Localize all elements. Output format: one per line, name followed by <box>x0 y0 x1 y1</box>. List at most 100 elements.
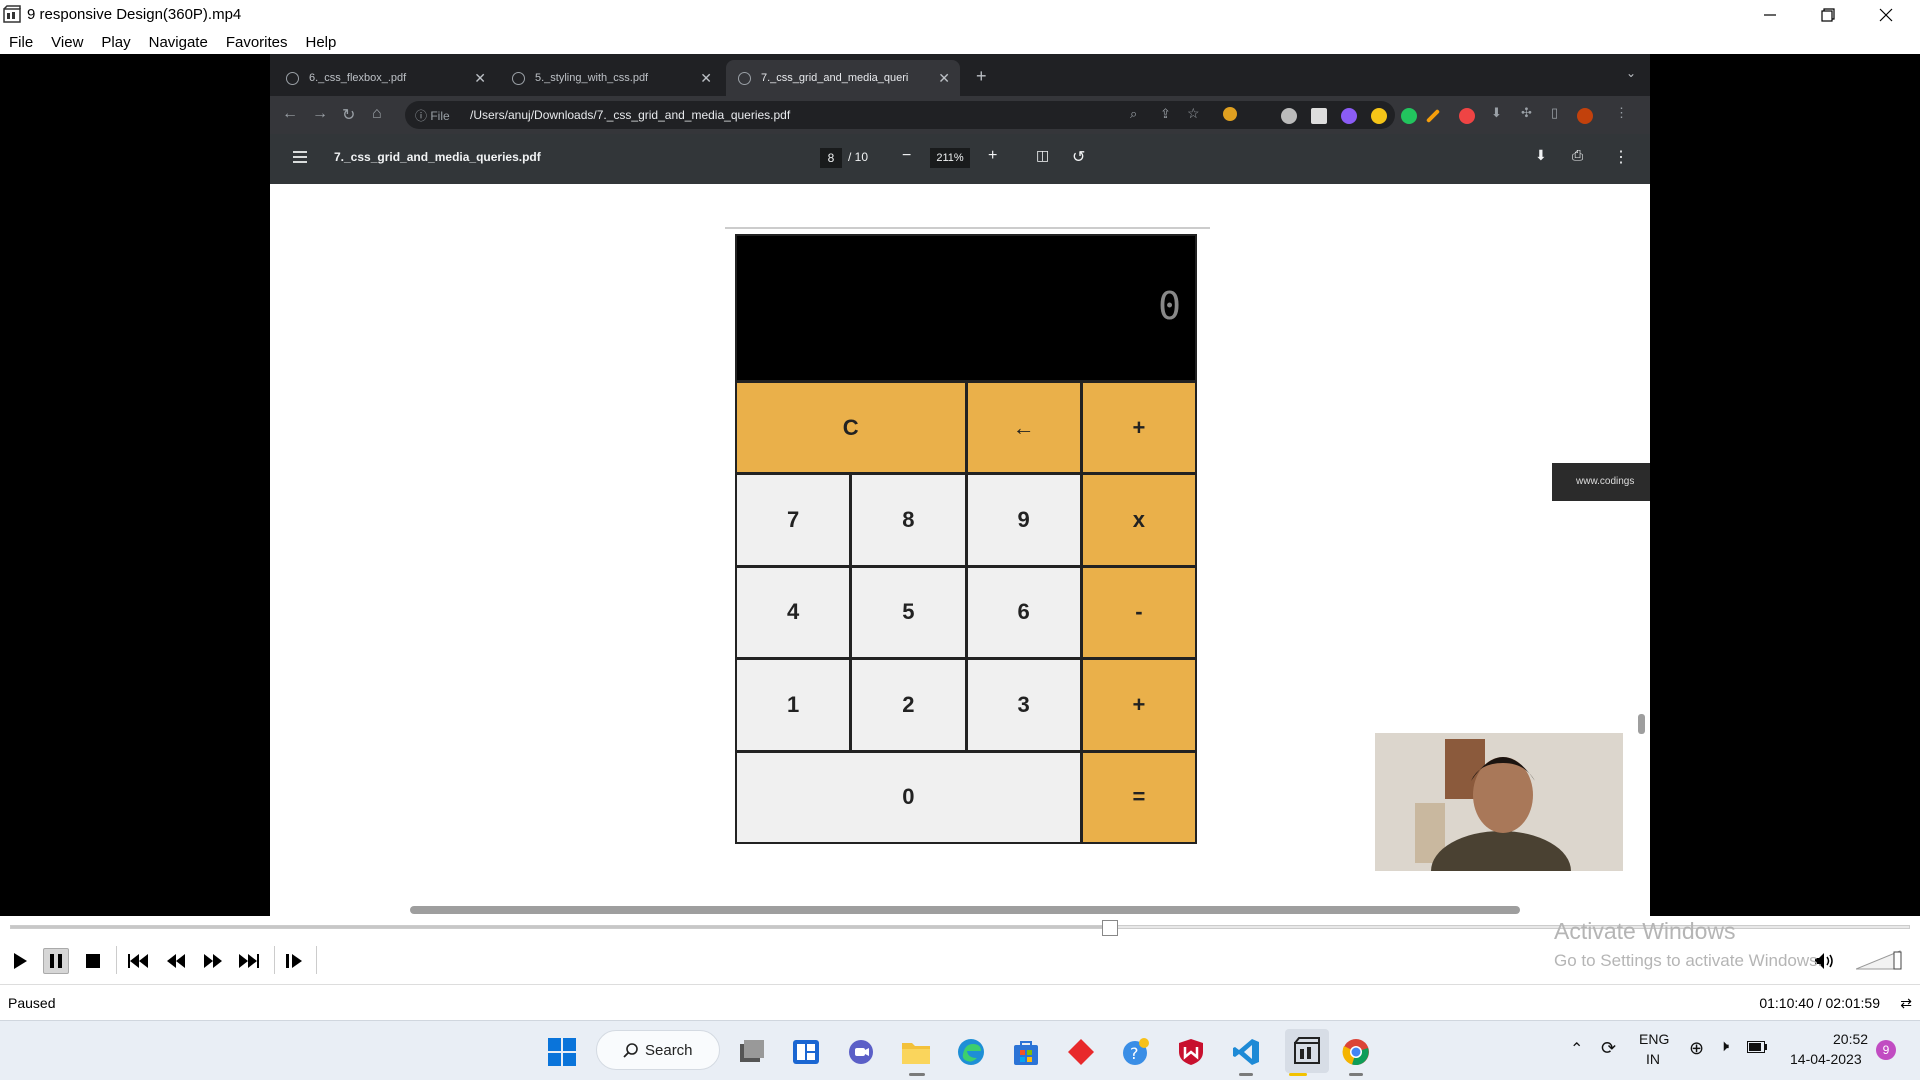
menu-favorites[interactable]: Favorites <box>226 34 288 51</box>
menu-help[interactable]: Help <box>306 34 337 51</box>
equals-key[interactable]: = <box>1082 752 1195 842</box>
frame-step-button[interactable] <box>282 948 308 974</box>
widgets-button[interactable] <box>790 1036 822 1068</box>
next-button[interactable] <box>236 948 262 974</box>
previous-button[interactable] <box>125 948 151 974</box>
language-top[interactable]: ENG <box>1639 1031 1669 1047</box>
share-icon[interactable]: ⇪ <box>1160 106 1171 122</box>
back-icon[interactable]: ← <box>282 105 298 123</box>
extension-icon[interactable] <box>1223 107 1237 121</box>
backspace-key[interactable]: ← <box>967 383 1080 473</box>
key-3[interactable]: 3 <box>967 660 1080 750</box>
more-menu-icon[interactable]: ⋮ <box>1615 105 1628 121</box>
video-frame[interactable]: 6._css_flexbox_.pdf ✕ 5._styling_with_cs… <box>0 54 1920 916</box>
menu-file[interactable]: File <box>9 34 33 51</box>
puzzle-icon[interactable]: ✣ <box>1521 105 1532 121</box>
extension-icon[interactable] <box>1459 108 1475 124</box>
seek-thumb[interactable] <box>1102 920 1118 936</box>
extension-icon[interactable] <box>1371 108 1387 124</box>
edge-button[interactable] <box>955 1036 987 1068</box>
chevron-up-icon[interactable]: ⌃ <box>1570 1039 1583 1059</box>
tab-close-icon[interactable]: ✕ <box>700 70 712 87</box>
divide-key[interactable]: + <box>1082 383 1195 473</box>
multiply-key[interactable]: x <box>1082 475 1195 565</box>
rotate-icon[interactable]: ↺ <box>1072 147 1085 167</box>
mcafee-button[interactable] <box>1175 1036 1207 1068</box>
key-1[interactable]: 1 <box>737 660 850 750</box>
print-icon[interactable]: ⎙ <box>1572 147 1583 164</box>
minimize-button[interactable] <box>1741 0 1799 30</box>
vertical-scrollbar[interactable] <box>1638 714 1645 734</box>
extension-icon[interactable] <box>1311 108 1327 124</box>
bookmark-star-icon[interactable]: ☆ <box>1187 105 1200 122</box>
key-8[interactable]: 8 <box>852 475 965 565</box>
home-icon[interactable]: ⌂ <box>372 105 382 123</box>
menu-view[interactable]: View <box>51 34 83 51</box>
sidebar-icon[interactable]: ▯ <box>1551 105 1558 121</box>
horizontal-scrollbar[interactable] <box>410 906 1520 914</box>
menu-navigate[interactable]: Navigate <box>149 34 208 51</box>
download-icon[interactable]: ⬇ <box>1491 105 1502 121</box>
key-6[interactable]: 6 <box>967 567 1080 658</box>
clock-time[interactable]: 20:52 <box>1833 1031 1868 1047</box>
vscode-button[interactable] <box>1230 1036 1262 1068</box>
fast-forward-button[interactable] <box>200 948 226 974</box>
taskbar-search[interactable]: Search <box>596 1030 720 1070</box>
extension-icon[interactable] <box>1341 108 1357 124</box>
floating-link[interactable]: www.codings <box>1552 463 1650 501</box>
pause-button[interactable] <box>43 948 69 974</box>
plus-key[interactable]: + <box>1082 660 1195 750</box>
key-5[interactable]: 5 <box>852 567 965 658</box>
sync-icon[interactable]: ⟳ <box>1601 1038 1616 1059</box>
restore-button[interactable] <box>1799 0 1857 30</box>
chat-button[interactable] <box>845 1036 877 1068</box>
clear-key[interactable]: C <box>737 383 965 473</box>
address-bar[interactable]: ⓘ File /Users/anuj/Downloads/7._css_grid… <box>405 101 1395 129</box>
hamburger-menu-icon[interactable] <box>292 149 308 165</box>
zoom-in-icon[interactable]: + <box>988 147 997 165</box>
zoom-icon[interactable]: ⌕ <box>1130 106 1137 122</box>
browser-tab[interactable]: 6._css_flexbox_.pdf ✕ <box>274 60 496 96</box>
help-button[interactable]: ? <box>1120 1036 1152 1068</box>
fit-page-icon[interactable]: ◫ <box>1036 147 1049 164</box>
app-button[interactable] <box>1065 1036 1097 1068</box>
shuffle-icon[interactable]: ⇄ <box>1900 995 1912 1012</box>
volume-tray-icon[interactable]: 🕨 <box>1719 1038 1729 1056</box>
key-0[interactable]: 0 <box>737 752 1080 842</box>
task-view-button[interactable] <box>736 1036 768 1068</box>
file-explorer-button[interactable] <box>900 1036 932 1068</box>
notification-badge[interactable]: 9 <box>1876 1040 1896 1060</box>
extension-icon[interactable] <box>1281 108 1297 124</box>
page-number-input[interactable]: 8 <box>820 148 842 168</box>
forward-icon[interactable]: → <box>312 105 328 123</box>
reload-icon[interactable]: ↻ <box>342 105 355 125</box>
browser-tab[interactable]: 5._styling_with_css.pdf ✕ <box>500 60 722 96</box>
chrome-button[interactable] <box>1340 1036 1372 1068</box>
more-options-icon[interactable]: ⋮ <box>1613 147 1629 167</box>
tab-close-icon[interactable]: ✕ <box>938 70 950 87</box>
rewind-button[interactable] <box>163 948 189 974</box>
key-9[interactable]: 9 <box>967 475 1080 565</box>
key-2[interactable]: 2 <box>852 660 965 750</box>
zoom-input[interactable]: 211% <box>930 148 970 168</box>
globe-network-icon[interactable]: ⊕ <box>1689 1038 1704 1059</box>
volume-slider[interactable] <box>1856 950 1902 970</box>
profile-avatar[interactable] <box>1577 108 1593 124</box>
start-button[interactable] <box>546 1036 578 1068</box>
media-player-button[interactable] <box>1285 1029 1329 1073</box>
menu-play[interactable]: Play <box>101 34 130 51</box>
language-bottom[interactable]: IN <box>1646 1051 1660 1067</box>
key-7[interactable]: 7 <box>737 475 850 565</box>
new-tab-icon[interactable]: + <box>976 66 987 87</box>
extension-icon[interactable] <box>1401 108 1417 124</box>
download-icon[interactable]: ⬇ <box>1535 147 1547 164</box>
play-button[interactable] <box>7 948 33 974</box>
clock-date[interactable]: 14-04-2023 <box>1790 1051 1862 1067</box>
stop-button[interactable] <box>80 948 106 974</box>
tab-close-icon[interactable]: ✕ <box>474 70 486 87</box>
browser-tab-active[interactable]: 7._css_grid_and_media_queri ✕ <box>726 60 960 96</box>
key-4[interactable]: 4 <box>737 567 850 658</box>
battery-icon[interactable] <box>1747 1040 1767 1056</box>
pencil-extension-icon[interactable] <box>1425 108 1441 124</box>
store-button[interactable] <box>1010 1036 1042 1068</box>
